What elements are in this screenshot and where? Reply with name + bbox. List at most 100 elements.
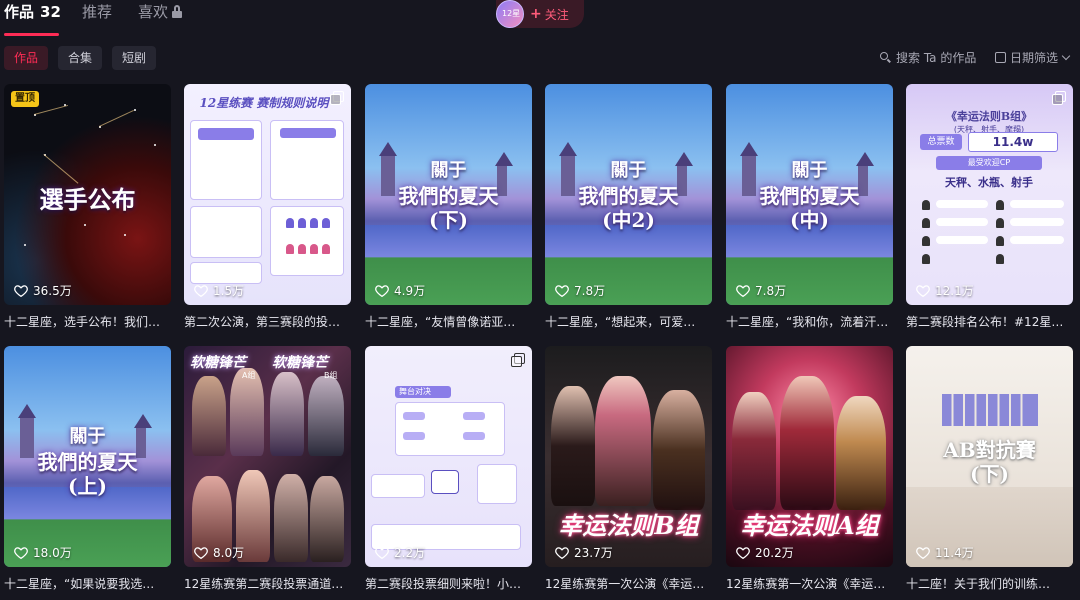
like-count: 7.8万	[555, 282, 605, 299]
video-card[interactable]: 舞台对决 2.2万 第二赛段投票细则来啦！小…	[365, 346, 532, 592]
multi-image-icon	[511, 353, 525, 367]
date-filter-dropdown[interactable]: 日期筛选	[995, 48, 1071, 68]
like-count: 20.2万	[736, 544, 794, 561]
like-count-value: 18.0万	[33, 546, 72, 560]
follow-button[interactable]: + 关注	[530, 6, 569, 23]
video-thumbnail: 幸运法则A组 20.2万	[726, 346, 893, 567]
chevron-down-icon	[1061, 51, 1071, 61]
tab-active-indicator	[4, 33, 59, 36]
filter-chip-short-dramas[interactable]: 短剧	[112, 46, 157, 70]
thumbnail-title-line3: (中2)	[602, 208, 655, 232]
like-count: 7.8万	[736, 282, 786, 299]
heart-icon	[14, 285, 28, 297]
search-icon	[880, 52, 891, 63]
video-caption: 12星练赛第一次公演《幸运…	[726, 577, 886, 591]
thumbnail-title-line3: (下)	[429, 208, 468, 232]
video-thumbnail: 舞台对决 2.2万	[365, 346, 532, 567]
like-count-value: 12.1万	[935, 284, 974, 298]
heart-icon	[375, 285, 389, 297]
thumbnail-title-line2: (下)	[970, 462, 1009, 486]
video-thumbnail: 12星练赛 赛制规则说明 1.5万	[184, 84, 351, 305]
video-caption: 十二星座，“我和你，流着汗…	[726, 315, 889, 329]
video-card[interactable]: 關于 我們的夏天 (下) 4.9万 十二星座，“友情曾像诺亚…	[365, 84, 532, 330]
tab-likes-label: 喜欢	[138, 3, 169, 21]
tab-recommend[interactable]: 推荐	[82, 0, 112, 26]
pinned-badge: 置顶	[11, 91, 39, 107]
total-votes-value: 11.4w	[968, 132, 1058, 152]
video-caption: 第二赛段投票细则来啦！小…	[365, 577, 522, 591]
video-thumbnail: 置顶 選手公布 36.5万	[4, 84, 171, 305]
filter-chip-collections[interactable]: 合集	[58, 46, 103, 70]
like-count-value: 36.5万	[33, 284, 72, 298]
cp-value: 天秤、水瓶、射手	[945, 176, 1033, 189]
like-count: 23.7万	[555, 544, 613, 561]
multi-image-icon	[1052, 91, 1066, 105]
video-thumbnail: 關于 我們的夏天 (上) 18.0万	[4, 346, 171, 567]
thumbnail-title-a: 软糖锋芒	[190, 355, 246, 371]
video-caption: 十二座！关于我们的训练…	[906, 577, 1051, 591]
video-card[interactable]: 關于 我們的夏天 (中) 7.8万 十二星座，“我和你，流着汗…	[726, 84, 893, 330]
video-card[interactable]: AB對抗賽 (下) 11.4万 十二座！关于我们的训练…	[906, 346, 1073, 592]
cp-label: 最受欢迎CP	[936, 156, 1042, 170]
heart-icon	[194, 547, 208, 559]
thumbnail-title-line1: 關于	[430, 160, 467, 181]
like-count-value: 2.2万	[394, 546, 426, 560]
total-votes-label: 总票数	[920, 134, 962, 150]
heart-icon	[916, 285, 930, 297]
video-card[interactable]: 關于 我們的夏天 (中2) 7.8万 十二星座，“想起来，可爱…	[545, 84, 712, 330]
thumbnail-title-line1: 關于	[791, 160, 828, 181]
video-thumbnail: 《幸运法则B组》 (天秤、射手、摩羯) 总票数 11.4w 最受欢迎CP 天秤、…	[906, 84, 1073, 305]
like-count: 4.9万	[375, 282, 425, 299]
thumbnail-title: 幸运法则B组	[558, 511, 699, 540]
video-card[interactable]: 幸运法则B组 23.7万 12星练赛第一次公演《幸运…	[545, 346, 712, 592]
filter-chip-works[interactable]: 作品	[4, 46, 49, 70]
avatar-text: 12星	[502, 9, 521, 18]
tab-works-label: 作品	[4, 3, 35, 21]
like-count: 8.0万	[194, 544, 244, 561]
like-count: 1.5万	[194, 282, 244, 299]
group-b-tag: B组	[324, 371, 338, 380]
like-count-value: 8.0万	[213, 546, 245, 560]
video-caption: 12星练赛第一次公演《幸运…	[545, 577, 705, 591]
like-count-value: 7.8万	[574, 284, 606, 298]
search-works[interactable]: 搜索 Ta 的作品	[880, 48, 976, 68]
date-filter-label: 日期筛选	[1010, 51, 1059, 65]
like-count: 11.4万	[916, 544, 974, 561]
like-count-value: 23.7万	[574, 546, 613, 560]
thumbnail-title: 12星练赛 赛制规则说明	[199, 96, 329, 110]
video-thumbnail: 软糖锋芒 软糖锋芒 A组 B组 8.0万	[184, 346, 351, 567]
like-count: 2.2万	[375, 544, 425, 561]
tab-likes[interactable]: 喜欢	[138, 0, 183, 26]
like-count-value: 7.8万	[755, 284, 787, 298]
video-card[interactable]: 置顶 選手公布 36.5万 十二星座，选手公布！我们…	[4, 84, 171, 330]
video-card[interactable]: 《幸运法则B组》 (天秤、射手、摩羯) 总票数 11.4w 最受欢迎CP 天秤、…	[906, 84, 1073, 330]
follow-label: 关注	[544, 7, 569, 22]
heart-icon	[736, 285, 750, 297]
like-count: 12.1万	[916, 282, 974, 299]
thumbnail-title: 選手公布	[39, 185, 136, 214]
vote-heading: 舞台对决	[399, 387, 431, 396]
video-card[interactable]: 12星练赛 赛制规则说明 1.5万 第二次公演，第三赛段的投…	[184, 84, 351, 330]
video-caption: 十二星座，选手公布！我们…	[4, 315, 161, 329]
heart-icon	[194, 285, 208, 297]
calendar-icon	[995, 52, 1006, 63]
video-caption: 第二赛段排名公布！#12星…	[906, 315, 1064, 329]
thumbnail-title-line1: 關于	[610, 160, 647, 181]
video-card[interactable]: 软糖锋芒 软糖锋芒 A组 B组 8.0万 12星练赛第二赛段投票通道…	[184, 346, 351, 592]
tab-recommend-label: 推荐	[82, 3, 113, 21]
tab-works-count: 32	[40, 3, 61, 21]
video-card[interactable]: 關于 我們的夏天 (上) 18.0万 十二星座，“如果说要我选…	[4, 346, 171, 592]
avatar[interactable]: 12星	[496, 0, 524, 28]
like-count-value: 11.4万	[935, 546, 974, 560]
video-caption: 十二星座，“想起来，可爱…	[545, 315, 696, 329]
tab-works[interactable]: 作品 32	[4, 0, 61, 26]
plus-icon: +	[530, 6, 542, 22]
heart-icon	[555, 547, 569, 559]
video-card[interactable]: 幸运法则A组 20.2万 12星练赛第一次公演《幸运…	[726, 346, 893, 592]
video-thumbnail: 關于 我們的夏天 (中) 7.8万	[726, 84, 893, 305]
video-caption: 十二星座，“如果说要我选…	[4, 577, 155, 591]
like-count-value: 20.2万	[755, 546, 794, 560]
heart-icon	[14, 547, 28, 559]
thumbnail-title: 幸运法则A组	[740, 511, 879, 540]
like-count-value: 1.5万	[213, 284, 245, 298]
